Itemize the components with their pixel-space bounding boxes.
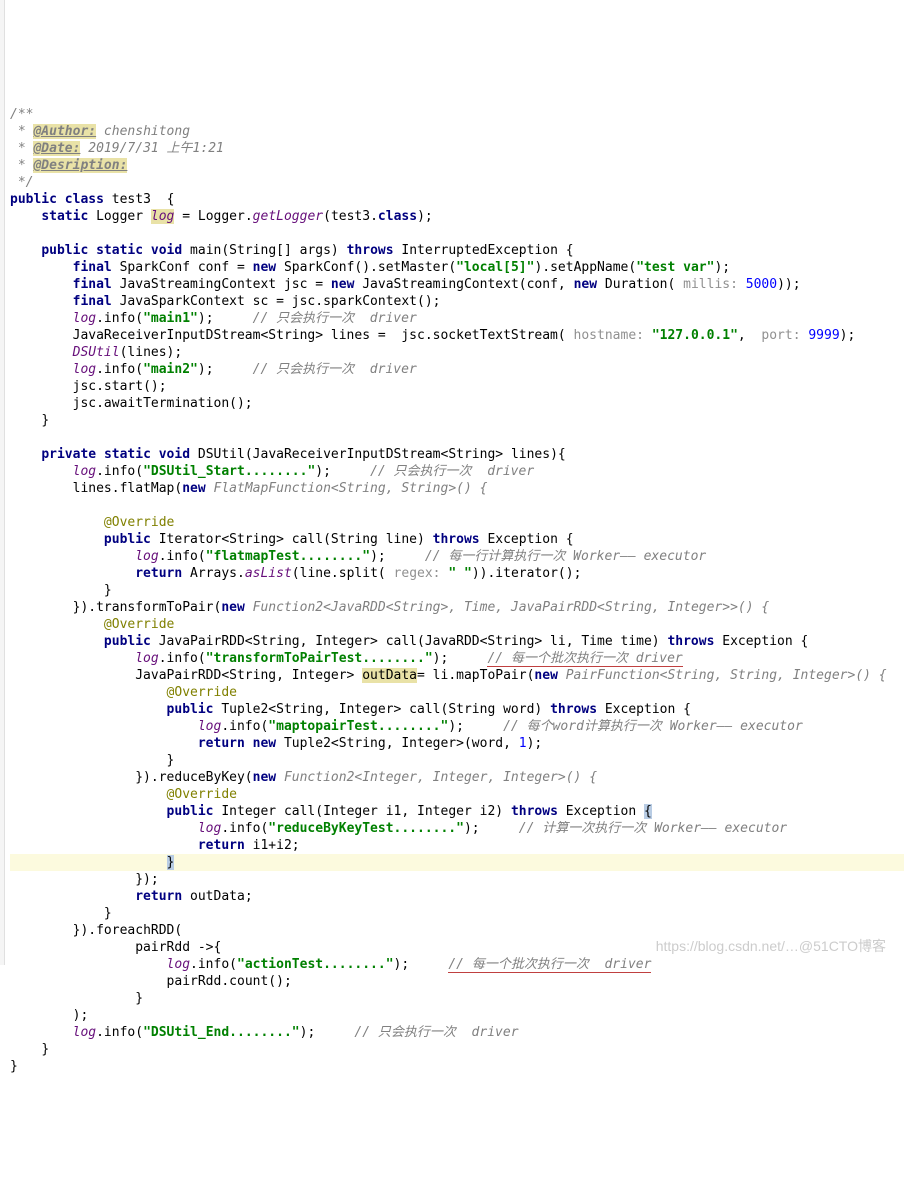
author-tag: @Author: — [33, 124, 96, 139]
matched-brace: } — [167, 855, 175, 870]
date-tag: @Date: — [33, 141, 80, 156]
code-editor: /** * @Author: chenshitong * @Date: 2019… — [0, 85, 904, 1085]
desc-tag: @Desription: — [33, 158, 127, 173]
doc-open: /** — [10, 107, 33, 122]
